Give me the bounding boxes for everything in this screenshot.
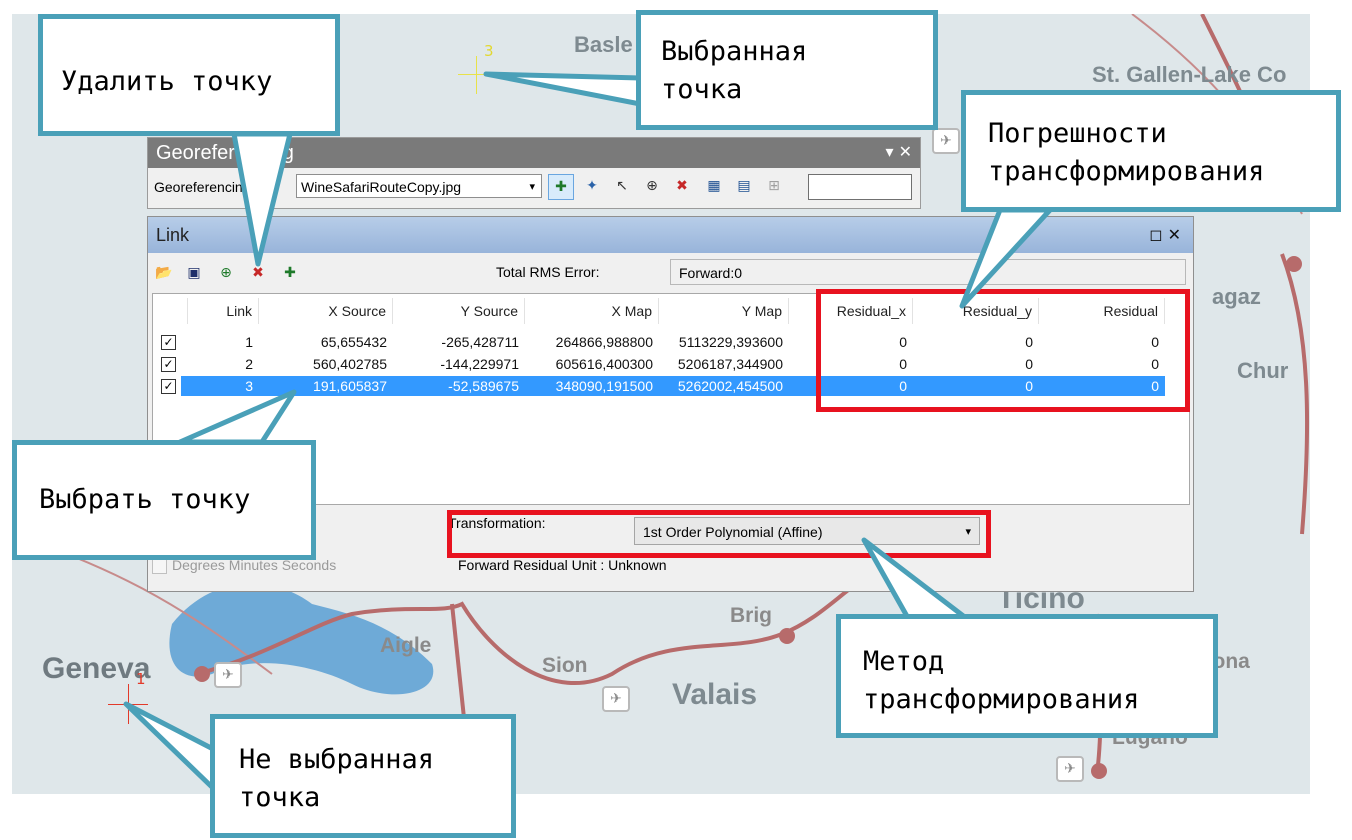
callout-text: точка xyxy=(661,74,743,105)
callout-text: трансформирования xyxy=(863,684,1140,715)
callout-text: Метод xyxy=(863,646,945,677)
callout-transformation-errors: Погрешности трансформирования xyxy=(961,90,1341,212)
callout-unselected-point: Не выбранная точка xyxy=(210,714,516,838)
callout-text: Выбрать точку xyxy=(39,484,251,515)
callout-text: Погрешности xyxy=(988,118,1167,149)
callout-delete-point: Удалить точку xyxy=(38,14,340,136)
callout-text: Удалить точку xyxy=(61,66,273,97)
callout-text: Не выбранная xyxy=(239,744,435,775)
callout-transformation-method: Метод трансформирования xyxy=(836,614,1218,738)
callout-text: Выбранная xyxy=(661,36,808,67)
callout-text: точка xyxy=(239,782,321,813)
callout-selected-point: Выбранная точка xyxy=(636,10,938,130)
callout-select-point: Выбрать точку xyxy=(12,440,316,560)
callout-text: трансформирования xyxy=(988,156,1265,187)
